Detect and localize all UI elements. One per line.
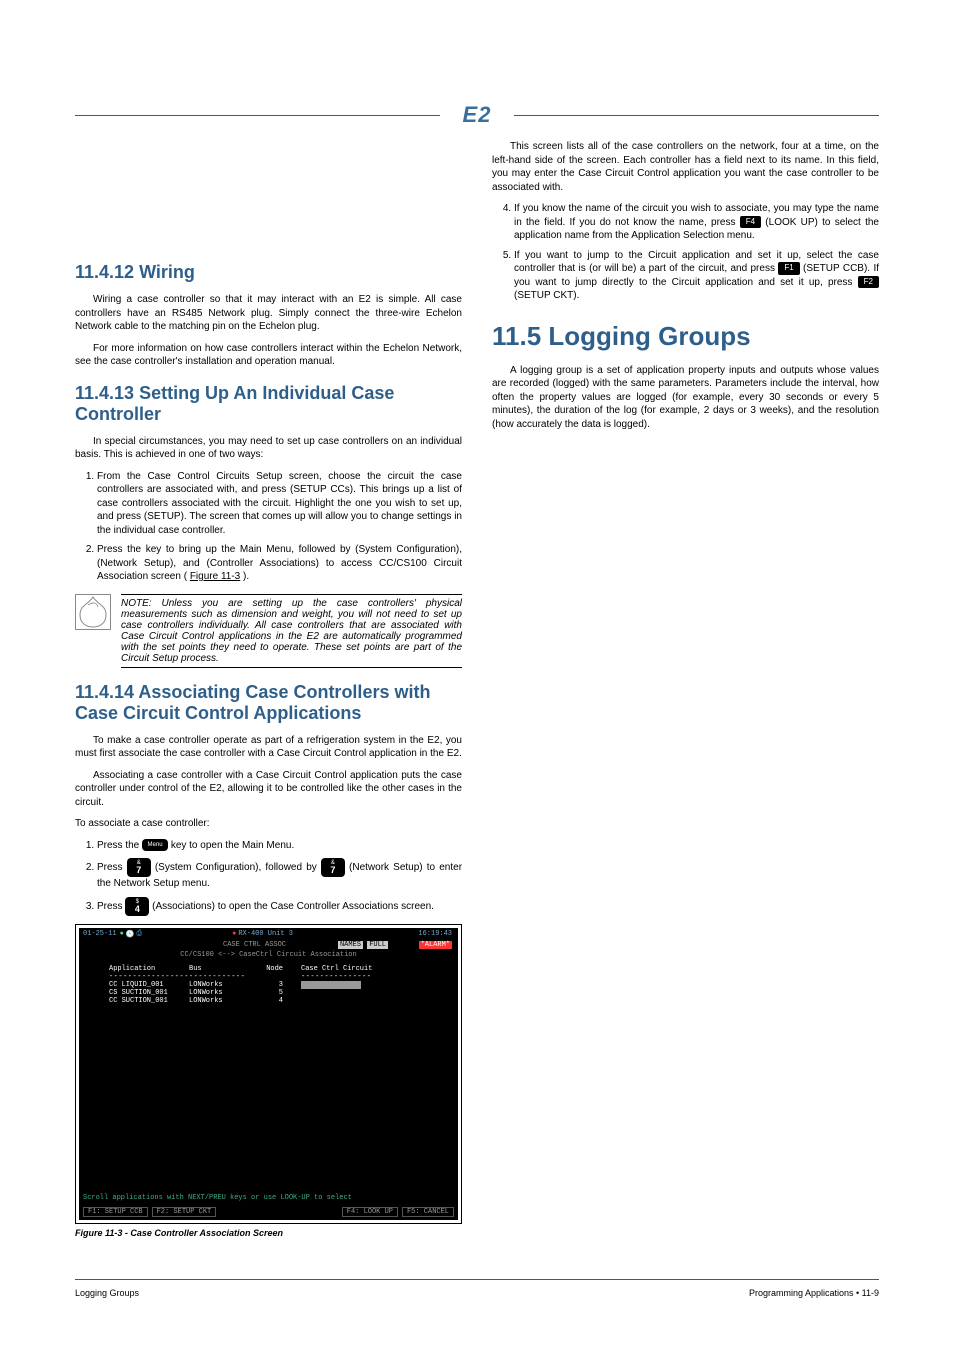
term-fkeys: F1: SETUP CCB F2: SETUP CKT F4: LOOK UP … bbox=[79, 1207, 458, 1217]
wiring-p2: For more information on how case control… bbox=[75, 342, 462, 369]
amp7-key-icon: &7 bbox=[127, 858, 151, 877]
footer-left: Logging Groups bbox=[75, 1288, 139, 1298]
term-date: 01-25-11 bbox=[83, 930, 117, 938]
figure-11-3: 01-25-11 ● 🕓 ⎙ ● RX-400 Unit 3 16:19:43 … bbox=[75, 924, 462, 1238]
section-individual-heading: 11.4.13 Setting Up An Individual Case Co… bbox=[75, 383, 462, 425]
term-clock: 16:19:43 bbox=[418, 930, 452, 938]
note-block: NOTE: Unless you are setting up the case… bbox=[75, 594, 462, 668]
note-body: NOTE: Unless you are setting up the case… bbox=[121, 594, 462, 668]
li5c: (SETUP CKT). bbox=[514, 290, 579, 301]
f2-key-icon: F2 bbox=[858, 276, 879, 289]
f1-key-icon: F1 bbox=[778, 262, 799, 275]
term-row1: CC LIQUID_001LONWorks3 bbox=[79, 981, 458, 989]
term-f1[interactable]: F1: SETUP CCB bbox=[83, 1207, 148, 1217]
fig-p1: This screen lists all of the case contro… bbox=[492, 140, 879, 194]
header-rule-left bbox=[75, 115, 440, 116]
term-title: CC/CS100 <--> CaseCtrl Circuit Associati… bbox=[79, 949, 458, 965]
logging-p1: A logging group is a set of application … bbox=[492, 364, 879, 432]
term-col-headers: Application Bus Node Case Ctrl Circuit bbox=[109, 965, 428, 973]
assoc-steps-intro: To associate a case controller: bbox=[75, 817, 462, 831]
wiring-p1: Wiring a case controller so that it may … bbox=[75, 293, 462, 334]
footer-rule bbox=[75, 1279, 879, 1280]
assoc-li4: If you know the name of the circuit you … bbox=[514, 202, 879, 243]
term-names: NAMES FULL bbox=[338, 941, 388, 949]
indiv-p1: In special circumstances, you may need t… bbox=[75, 435, 462, 462]
assoc-steps-cont: If you know the name of the circuit you … bbox=[492, 202, 879, 303]
assoc-s1: Press the Menu key to open the Main Menu… bbox=[97, 839, 462, 853]
indiv-li1: From the Case Control Circuits Setup scr… bbox=[97, 470, 462, 538]
term-f4[interactable]: F4: LOOK UP bbox=[342, 1207, 398, 1217]
s1a: Press the bbox=[97, 840, 142, 851]
f4-key-icon: F4 bbox=[740, 216, 761, 229]
section-logging-heading: 11.5 Logging Groups bbox=[492, 321, 879, 352]
term-unit: RX-400 Unit 3 bbox=[238, 930, 293, 938]
term-row3: CC SUCTION_001LONWorks4 bbox=[79, 997, 458, 1005]
section-associating-heading: 11.4.14 Associating Case Controllers wit… bbox=[75, 682, 462, 724]
amp7-key-icon-2: &7 bbox=[321, 858, 345, 877]
assoc-s2: Press &7 (System Configuration), followe… bbox=[97, 858, 462, 891]
terminal-screenshot: 01-25-11 ● 🕓 ⎙ ● RX-400 Unit 3 16:19:43 … bbox=[75, 924, 462, 1224]
s1b: key to open the Main Menu. bbox=[171, 840, 294, 851]
figure-caption: Figure 11-3 - Case Controller Associatio… bbox=[75, 1228, 462, 1238]
rec-icon: ● bbox=[232, 930, 236, 938]
indiv-li2-a: Press the key to bring up the Main Menu,… bbox=[97, 544, 462, 582]
header-logo: E2 bbox=[463, 102, 492, 128]
term-hint: Scroll applications with NEXT/PREU keys … bbox=[83, 1194, 352, 1202]
content-columns: 11.4.12 Wiring Wiring a case controller … bbox=[75, 140, 879, 1240]
indiv-li2: Press the key to bring up the Main Menu,… bbox=[97, 543, 462, 584]
s2b: (System Configuration), followed by bbox=[155, 862, 321, 873]
indiv-list: From the Case Control Circuits Setup scr… bbox=[75, 470, 462, 584]
assoc-li5: If you want to jump to the Circuit appli… bbox=[514, 249, 879, 303]
term-f5[interactable]: F5: CANCEL bbox=[402, 1207, 454, 1217]
menu-key-icon: Menu bbox=[142, 839, 168, 851]
indiv-li2-b: ). bbox=[243, 571, 249, 582]
header-rule-right bbox=[514, 115, 879, 116]
s3a: Press bbox=[97, 901, 125, 912]
term-dash: ----------------------------------------… bbox=[79, 973, 458, 981]
dollar4-key-icon: $4 bbox=[125, 897, 149, 916]
assoc-steps: Press the Menu key to open the Main Menu… bbox=[75, 839, 462, 916]
assoc-s3: Press $4 (Associations) to open the Case… bbox=[97, 897, 462, 916]
term-mode: CASE CTRL ASSOC bbox=[223, 941, 286, 949]
assoc-p2: Associating a case controller with a Cas… bbox=[75, 769, 462, 810]
note-icon bbox=[75, 594, 111, 630]
s3b: (Associations) to open the Case Controll… bbox=[152, 901, 434, 912]
term-row2: CS SUCTION_001LONWorks5 bbox=[79, 989, 458, 997]
term-alarm: *ALARM* bbox=[419, 941, 452, 949]
term-f2[interactable]: F2: SETUP CKT bbox=[152, 1207, 217, 1217]
section-wiring-heading: 11.4.12 Wiring bbox=[75, 262, 462, 283]
s2a: Press bbox=[97, 862, 127, 873]
footer-right: Programming Applications • 11-9 bbox=[749, 1288, 879, 1298]
indiv-li2-fig[interactable]: Figure 11-3 bbox=[190, 571, 240, 582]
assoc-p1: To make a case controller operate as par… bbox=[75, 734, 462, 761]
